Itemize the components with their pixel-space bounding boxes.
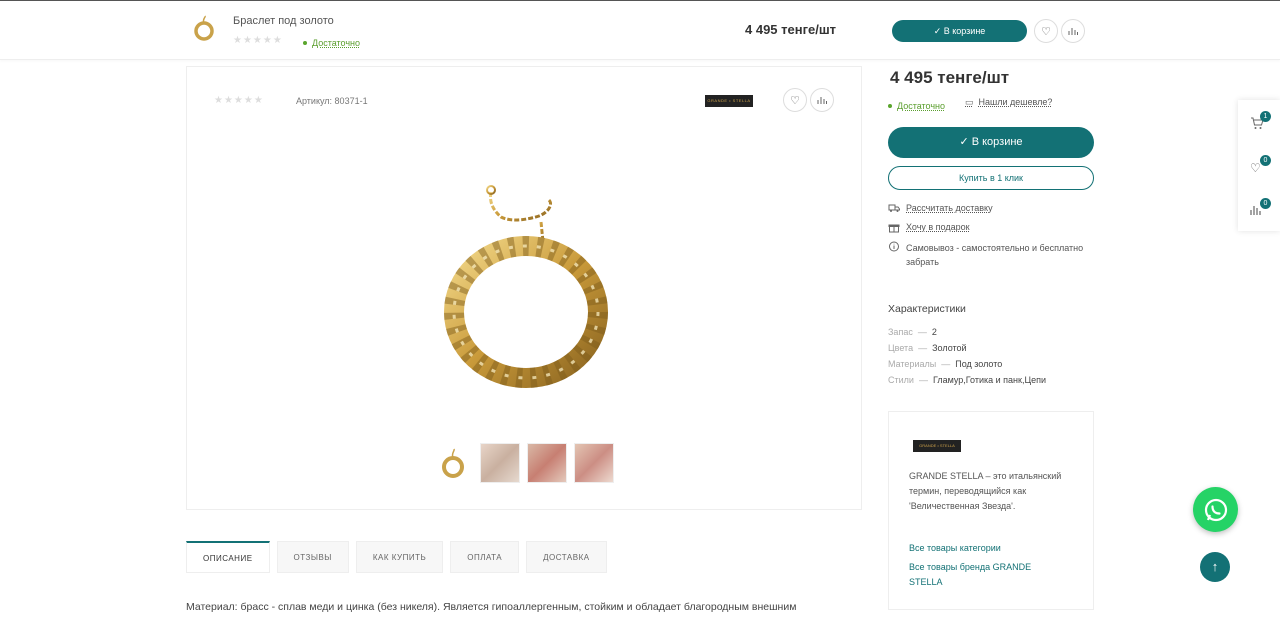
product-description: Материал: брасс - сплав меди и цинка (бе…	[186, 601, 797, 613]
compare-icon	[1068, 28, 1078, 35]
floating-side-panel: 1 ♡ 0 0	[1238, 100, 1280, 231]
thumbnail-3[interactable]	[527, 443, 567, 483]
char-key: Материалы	[888, 359, 937, 369]
product-rating-stars[interactable]: ★★★★★	[214, 95, 264, 106]
availability-status: Достаточно	[888, 98, 945, 112]
thumbnail-strip	[433, 443, 614, 483]
whatsapp-icon	[1204, 498, 1227, 521]
whatsapp-button[interactable]	[1193, 487, 1238, 532]
sticky-header: Браслет под золото ★★★★★ Достаточно 4 49…	[0, 0, 1280, 60]
found-cheaper-link[interactable]: ▭ Нашли дешевле?	[965, 97, 1052, 108]
availability-dot-icon	[888, 103, 892, 108]
char-row-styles: Стили — Гламур,Готика и панк,Цепи	[888, 375, 1047, 385]
sticky-rating-stars: ★★★★★	[233, 35, 283, 46]
char-row-materials: Материалы — Под золото	[888, 359, 1003, 369]
arrow-up-icon: ↑	[1211, 559, 1219, 574]
sticky-compare-button[interactable]	[1061, 19, 1085, 43]
all-category-items-link[interactable]: Все товары категории	[909, 541, 1059, 556]
favorites-count-badge: 0	[1260, 155, 1271, 166]
product-sku: Артикул: 80371-1	[296, 96, 368, 106]
info-icon	[889, 241, 899, 252]
in-cart-button[interactable]: ✓ В корзине	[888, 127, 1094, 158]
characteristics-title: Характеристики	[888, 303, 966, 315]
side-compare-button[interactable]: 0	[1250, 198, 1271, 224]
brand-card-logo[interactable]: GRANDE • STELLA	[913, 440, 961, 452]
product-thumbnail[interactable]	[190, 14, 218, 44]
sticky-availability: Достаточно	[303, 35, 360, 49]
tab-payment[interactable]: ОПЛАТА	[450, 541, 520, 573]
product-tabs: ОПИСАНИЕ ОТЗЫВЫ КАК КУПИТЬ ОПЛАТА ДОСТАВ…	[186, 541, 607, 573]
side-favorites-button[interactable]: ♡ 0	[1250, 155, 1271, 181]
brand-logo[interactable]: GRANDE • STELLA	[705, 95, 753, 107]
cart-count-badge: 1	[1260, 111, 1271, 122]
sticky-favorite-button[interactable]: ♡	[1034, 19, 1058, 43]
sticky-availability-label: Достаточно	[312, 38, 361, 48]
product-price: 4 495 тенге/шт	[890, 68, 1010, 87]
calc-delivery-row[interactable]: Рассчитать доставку	[888, 203, 993, 213]
char-row-stock: Запас — 2	[888, 327, 937, 337]
pickup-row: Самовывоз - самостоятельно и бесплатно з…	[888, 241, 1096, 269]
compare-icon	[817, 97, 827, 104]
all-brand-items-link[interactable]: Все товары бренда GRANDE STELLA	[909, 560, 1059, 590]
buy-one-click-button[interactable]: Купить в 1 клик	[888, 166, 1094, 190]
char-value: Под золото	[955, 359, 1003, 369]
char-value: Гламур,Готика и панк,Цепи	[932, 375, 1047, 385]
char-row-colors: Цвета — Золотой	[888, 343, 967, 353]
char-key: Цвета	[888, 343, 914, 353]
compare-count-badge: 0	[1260, 198, 1271, 209]
char-key: Запас	[888, 327, 913, 337]
tab-description[interactable]: ОПИСАНИЕ	[186, 541, 270, 573]
char-key: Стили	[888, 375, 914, 385]
product-main-image[interactable]	[431, 172, 631, 392]
heart-icon: ♡	[1250, 161, 1261, 175]
thumbnail-4[interactable]	[574, 443, 614, 483]
sticky-product-name[interactable]: Браслет под золото	[233, 15, 334, 27]
pickup-text: Самовывоз - самостоятельно и бесплатно з…	[906, 243, 1084, 267]
availability-dot-icon	[303, 40, 307, 45]
char-value: 2	[931, 327, 937, 337]
calc-delivery-link[interactable]: Рассчитать доставку	[906, 203, 993, 213]
price-tag-icon: ▭	[965, 97, 974, 107]
compare-button[interactable]	[810, 88, 834, 112]
gift-icon	[888, 224, 900, 233]
favorite-button[interactable]: ♡	[783, 88, 807, 112]
tab-reviews[interactable]: ОТЗЫВЫ	[276, 541, 349, 573]
side-cart-button[interactable]: 1	[1250, 111, 1271, 137]
tab-delivery[interactable]: ДОСТАВКА	[526, 541, 607, 573]
product-gallery: ★★★★★ Артикул: 80371-1 GRANDE • STELLA ♡	[186, 66, 862, 510]
thumbnail-1[interactable]	[433, 443, 473, 483]
char-value: Золотой	[932, 343, 967, 353]
gift-row[interactable]: Хочу в подарок	[888, 222, 970, 233]
availability-label: Достаточно	[897, 101, 946, 111]
found-cheaper-label: Нашли дешевле?	[978, 97, 1053, 107]
thumbnail-2[interactable]	[480, 443, 520, 483]
gift-link[interactable]: Хочу в подарок	[906, 222, 970, 232]
heart-icon: ♡	[790, 94, 800, 107]
brand-description: GRANDE STELLA – это итальянский термин, …	[909, 471, 1062, 511]
tab-how-to-buy[interactable]: КАК КУПИТЬ	[355, 541, 444, 573]
heart-icon: ♡	[1041, 25, 1051, 38]
sticky-cart-button[interactable]: ✓ В корзине	[892, 20, 1027, 42]
scroll-to-top-button[interactable]: ↑	[1200, 552, 1230, 582]
brand-card: GRANDE • STELLA GRANDE STELLA – это итал…	[888, 411, 1094, 610]
truck-icon	[888, 204, 900, 212]
sticky-price: 4 495 тенге/шт	[745, 22, 837, 37]
